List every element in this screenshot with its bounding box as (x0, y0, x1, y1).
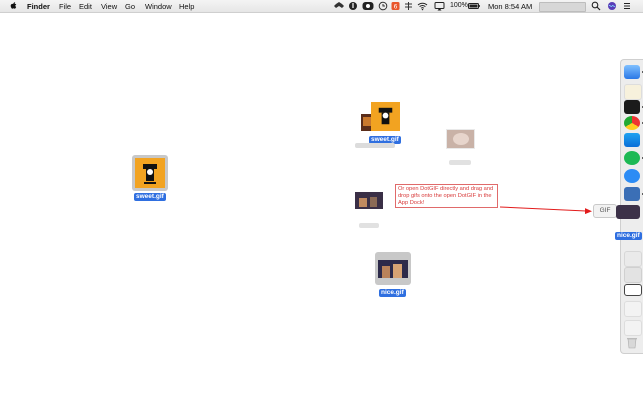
document-dock-icon[interactable] (624, 301, 642, 317)
desktop-file-sweet-gif[interactable] (132, 155, 168, 191)
record-icon[interactable] (362, 1, 374, 11)
battery-icon[interactable] (468, 1, 480, 11)
dotgif-dock-icon[interactable] (616, 205, 640, 219)
gif-thumbnail-icon (378, 260, 408, 278)
gif-thumbnail-icon (355, 192, 383, 209)
preview-dock-icon[interactable] (624, 187, 640, 201)
menu-view[interactable]: View (101, 2, 117, 11)
safari-dock-icon[interactable] (624, 169, 640, 183)
fork-icon[interactable] (404, 1, 413, 11)
dropbox-icon[interactable] (334, 1, 344, 11)
menu-file[interactable]: File (59, 2, 71, 11)
menu-bar: Finder File Edit View Go Window Help 6 1… (0, 0, 643, 13)
battery-percent: 100% (450, 1, 468, 9)
app-menu-finder[interactable]: Finder (27, 2, 50, 11)
ghost-file-face-gif[interactable] (446, 129, 475, 149)
notification-center-icon[interactable] (622, 1, 632, 11)
wifi-icon[interactable] (417, 1, 428, 11)
app-store-dock-icon[interactable] (624, 133, 640, 147)
menubar-search-field[interactable] (539, 1, 586, 12)
dragging-sweet-gif-thumbnail[interactable] (371, 102, 400, 131)
gif-thumbnail-icon (378, 107, 393, 125)
ghost-filename (359, 223, 379, 228)
ghost-file-scene-gif[interactable] (355, 192, 383, 209)
svg-text:6: 6 (394, 4, 398, 11)
apple-icon[interactable] (10, 1, 17, 10)
gif-thumbnail-icon (135, 158, 165, 188)
file-label-sweet-gif[interactable]: sweet.gif (134, 193, 166, 201)
menu-clock[interactable]: Mon 8:54 AM (488, 2, 532, 11)
spotify-dock-icon[interactable] (624, 151, 640, 165)
search-icon[interactable] (591, 1, 601, 11)
downloads-dock-icon[interactable] (624, 320, 642, 336)
info-icon[interactable] (348, 1, 358, 11)
file-label-nice-gif[interactable]: nice.gif (379, 289, 406, 297)
window-dock-icon[interactable] (624, 284, 642, 296)
instruction-callout: Or open DotGIF directly and drag and dro… (395, 184, 498, 208)
clock-icon[interactable] (378, 1, 388, 11)
app-dock (616, 59, 643, 354)
file-label-nice-gif-drag[interactable]: nice.gif (615, 232, 642, 240)
chrome-dock-icon[interactable] (624, 116, 640, 130)
document-dock-icon[interactable] (624, 251, 642, 267)
siri-icon[interactable] (607, 1, 617, 11)
finder-dock-icon[interactable] (624, 65, 640, 79)
ghost-filename (449, 160, 471, 165)
dotgif-button[interactable]: GIF (593, 204, 617, 218)
menu-go[interactable]: Go (125, 2, 135, 11)
notes-dock-icon[interactable] (624, 84, 642, 100)
menu-edit[interactable]: Edit (79, 2, 92, 11)
gif-thumbnail-icon (447, 130, 474, 148)
terminal-dock-icon[interactable] (624, 100, 640, 114)
menu-window[interactable]: Window (145, 2, 172, 11)
airplay-icon[interactable] (434, 1, 445, 11)
menu-help[interactable]: Help (179, 2, 194, 11)
desktop-file-nice-gif[interactable] (375, 252, 411, 285)
ghost-filename (355, 143, 395, 148)
pointer-arrow (499, 206, 592, 214)
app-badge-icon[interactable]: 6 (391, 1, 400, 11)
trash-icon[interactable] (626, 336, 638, 349)
document-dock-icon[interactable] (624, 267, 642, 283)
